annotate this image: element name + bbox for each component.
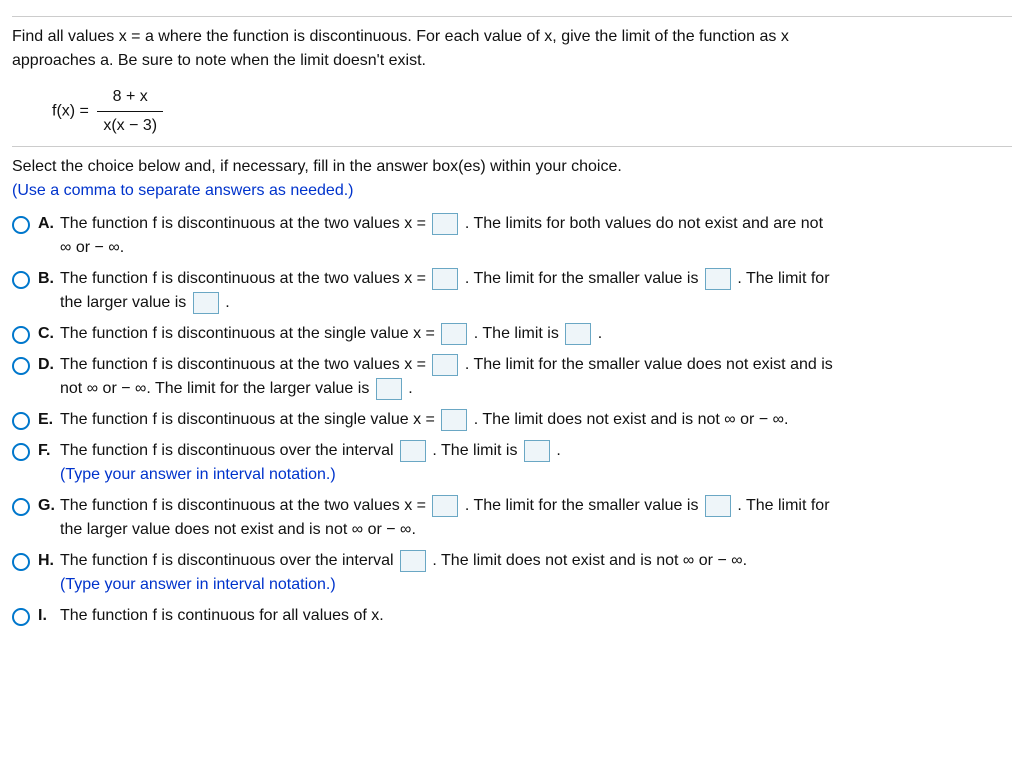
text-g: The function f is discontinuous at the t… [60, 493, 1012, 542]
label-g: G. [38, 493, 60, 518]
choice-f[interactable]: F. The function f is discontinuous over … [12, 438, 1012, 487]
label-h: H. [38, 548, 60, 573]
text-a: The function f is discontinuous at the t… [60, 211, 1012, 260]
select-instructions: Select the choice below and, if necessar… [12, 155, 1012, 203]
text-d: The function f is discontinuous at the t… [60, 352, 1012, 401]
answer-box-c1[interactable] [441, 323, 467, 345]
answer-box-e1[interactable] [441, 409, 467, 431]
radio-c[interactable] [12, 326, 30, 344]
label-b: B. [38, 266, 60, 291]
radio-g[interactable] [12, 498, 30, 516]
choice-b[interactable]: B. The function f is discontinuous at th… [12, 266, 1012, 315]
radio-e[interactable] [12, 412, 30, 430]
answer-box-a1[interactable] [432, 213, 458, 235]
choice-d[interactable]: D. The function f is discontinuous at th… [12, 352, 1012, 401]
text-i: The function f is continuous for all val… [60, 603, 1012, 628]
text-h: The function f is discontinuous over the… [60, 548, 1012, 597]
instruction-line-2: (Use a comma to separate answers as need… [12, 182, 354, 199]
divider-mid [12, 146, 1012, 147]
choice-g[interactable]: G. The function f is discontinuous at th… [12, 493, 1012, 542]
label-f: F. [38, 438, 60, 463]
text-c: The function f is discontinuous at the s… [60, 321, 1012, 346]
radio-f[interactable] [12, 443, 30, 461]
answer-box-f1[interactable] [400, 440, 426, 462]
text-b: The function f is discontinuous at the t… [60, 266, 1012, 315]
radio-d[interactable] [12, 357, 30, 375]
question-prompt: Find all values x = a where the function… [12, 25, 1012, 73]
radio-b[interactable] [12, 271, 30, 289]
answer-box-g1[interactable] [432, 495, 458, 517]
label-c: C. [38, 321, 60, 346]
choice-h[interactable]: H. The function f is discontinuous over … [12, 548, 1012, 597]
radio-a[interactable] [12, 216, 30, 234]
label-i: I. [38, 603, 60, 628]
choice-i[interactable]: I. The function f is continuous for all … [12, 603, 1012, 628]
prompt-line-1: Find all values x = a where the function… [12, 28, 789, 45]
choice-a[interactable]: A. The function f is discontinuous at th… [12, 211, 1012, 260]
divider-top [12, 16, 1012, 17]
hint-h: (Type your answer in interval notation.) [60, 576, 336, 593]
answer-box-h1[interactable] [400, 550, 426, 572]
answer-box-d1[interactable] [432, 354, 458, 376]
answer-box-b3[interactable] [193, 292, 219, 314]
choice-c[interactable]: C. The function f is discontinuous at th… [12, 321, 1012, 346]
fraction-denominator: x(x − 3) [97, 112, 163, 138]
function-definition: f(x) = 8 + x x(x − 3) [52, 85, 1012, 138]
prompt-line-2: approaches a. Be sure to note when the l… [12, 52, 426, 69]
answer-box-b2[interactable] [705, 268, 731, 290]
label-a: A. [38, 211, 60, 236]
answer-choices: A. The function f is discontinuous at th… [12, 211, 1012, 628]
text-f: The function f is discontinuous over the… [60, 438, 1012, 487]
fraction: 8 + x x(x − 3) [97, 85, 163, 138]
radio-i[interactable] [12, 608, 30, 626]
answer-box-d2[interactable] [376, 378, 402, 400]
instruction-line-1: Select the choice below and, if necessar… [12, 158, 622, 175]
answer-box-g2[interactable] [705, 495, 731, 517]
label-d: D. [38, 352, 60, 377]
choice-e[interactable]: E. The function f is discontinuous at th… [12, 407, 1012, 432]
label-e: E. [38, 407, 60, 432]
hint-f: (Type your answer in interval notation.) [60, 466, 336, 483]
answer-box-f2[interactable] [524, 440, 550, 462]
fraction-numerator: 8 + x [97, 85, 163, 112]
function-lhs: f(x) = [52, 103, 89, 120]
radio-h[interactable] [12, 553, 30, 571]
answer-box-b1[interactable] [432, 268, 458, 290]
answer-box-c2[interactable] [565, 323, 591, 345]
text-e: The function f is discontinuous at the s… [60, 407, 1012, 432]
